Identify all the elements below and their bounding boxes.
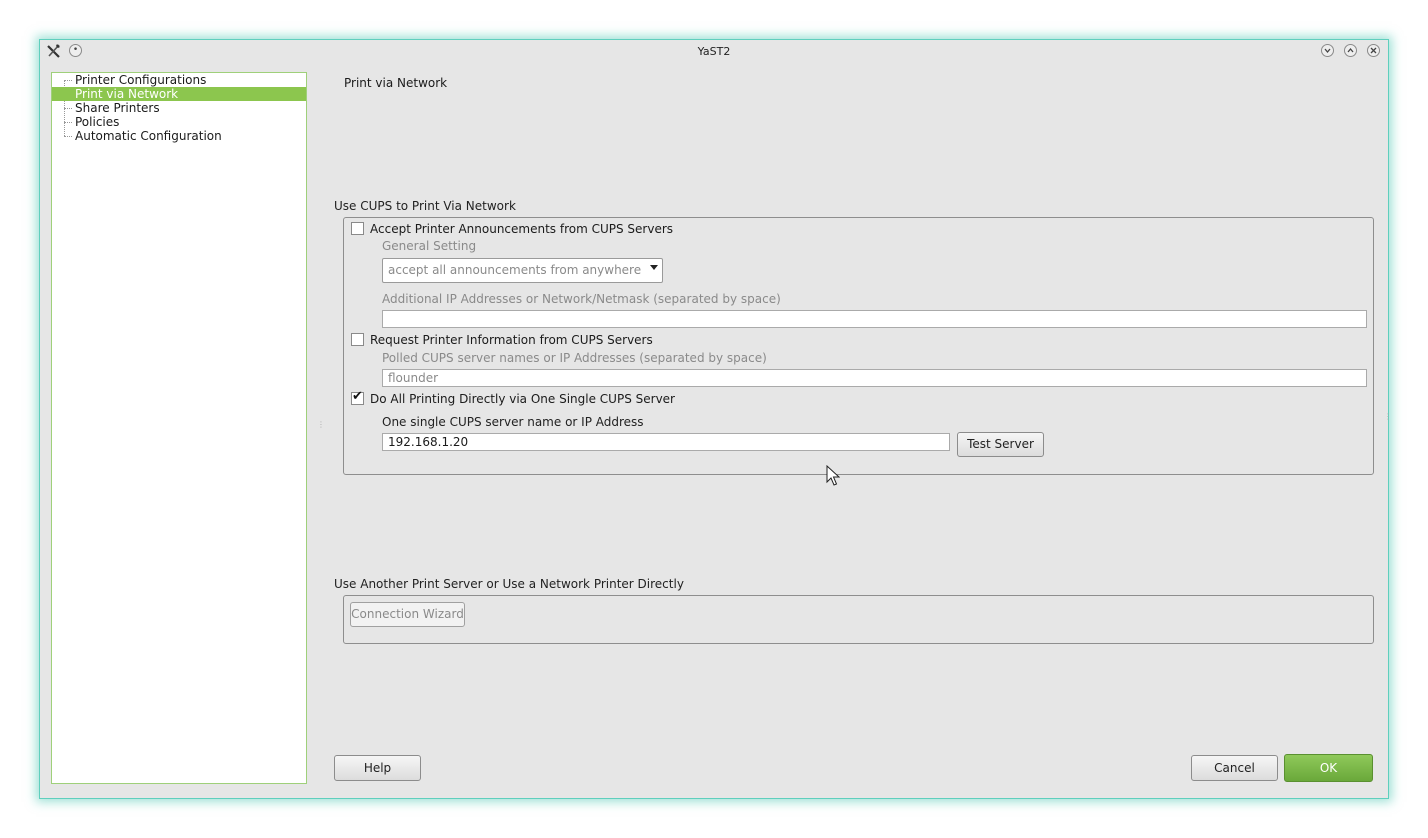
tree-connector — [64, 122, 72, 123]
window-title: YaST2 — [697, 45, 731, 58]
other-frame: Connection Wizard — [343, 595, 1374, 644]
cancel-button[interactable]: Cancel — [1191, 755, 1278, 781]
splitter-handle[interactable]: ⋮ — [317, 420, 325, 429]
cups-frame: Accept Printer Announcements from CUPS S… — [343, 217, 1374, 475]
request-info-label: Request Printer Information from CUPS Se… — [370, 333, 653, 347]
test-server-button[interactable]: Test Server — [957, 432, 1044, 457]
dropdown-arrow-icon — [650, 265, 658, 270]
tree-item-label: Print via Network — [75, 87, 179, 101]
accept-announcements-checkbox[interactable] — [351, 222, 364, 235]
other-section-title: Use Another Print Server or Use a Networ… — [334, 577, 684, 591]
mouse-cursor-icon — [826, 464, 841, 490]
close-icon[interactable] — [1367, 44, 1380, 57]
tree-item-label: Automatic Configuration — [75, 129, 222, 143]
check-icon: ✔ — [352, 389, 363, 404]
help-button[interactable]: Help — [334, 755, 421, 781]
request-info-checkbox[interactable] — [351, 333, 364, 346]
tree-connector — [64, 80, 72, 81]
minimize-icon[interactable] — [1321, 44, 1334, 57]
direct-printing-checkbox[interactable]: ✔ — [351, 389, 364, 405]
direct-printing-label: Do All Printing Directly via One Single … — [370, 392, 675, 406]
cups-section-title: Use CUPS to Print Via Network — [334, 199, 516, 213]
general-setting-value: accept all announcements from anywhere — [388, 263, 642, 277]
page-title: Print via Network — [344, 76, 448, 90]
single-server-input[interactable]: 192.168.1.20 — [382, 433, 950, 451]
polled-servers-input[interactable]: flounder — [382, 369, 1367, 387]
tree-item-print-via-network[interactable]: Print via Network — [52, 87, 306, 101]
maximize-icon[interactable] — [1344, 44, 1357, 57]
additional-ip-input[interactable] — [382, 310, 1367, 328]
ok-button[interactable]: OK — [1284, 754, 1373, 782]
title-bar: • YaST2 — [40, 40, 1388, 62]
tree-item-label: Share Printers — [75, 101, 160, 115]
tree-item-label: Policies — [75, 115, 120, 129]
tree-item-label: Printer Configurations — [75, 73, 207, 87]
tree-connector — [64, 108, 72, 109]
general-setting-label: General Setting — [382, 239, 477, 253]
additional-ip-label: Additional IP Addresses or Network/Netma… — [382, 292, 781, 306]
tree-connector — [64, 136, 72, 137]
general-setting-select[interactable]: accept all announcements from anywhere — [382, 258, 663, 283]
yast-window: • YaST2 Printer Configurations Print via… — [39, 39, 1392, 799]
splitter-handle[interactable]: ⋮ — [1384, 412, 1392, 421]
navigation-tree: Printer Configurations Print via Network… — [51, 72, 307, 784]
connection-wizard-button[interactable]: Connection Wizard — [350, 602, 465, 627]
accept-announcements-label: Accept Printer Announcements from CUPS S… — [370, 222, 674, 236]
single-server-label: One single CUPS server name or IP Addres… — [382, 415, 644, 429]
polled-servers-label: Polled CUPS server names or IP Addresses… — [382, 351, 767, 365]
